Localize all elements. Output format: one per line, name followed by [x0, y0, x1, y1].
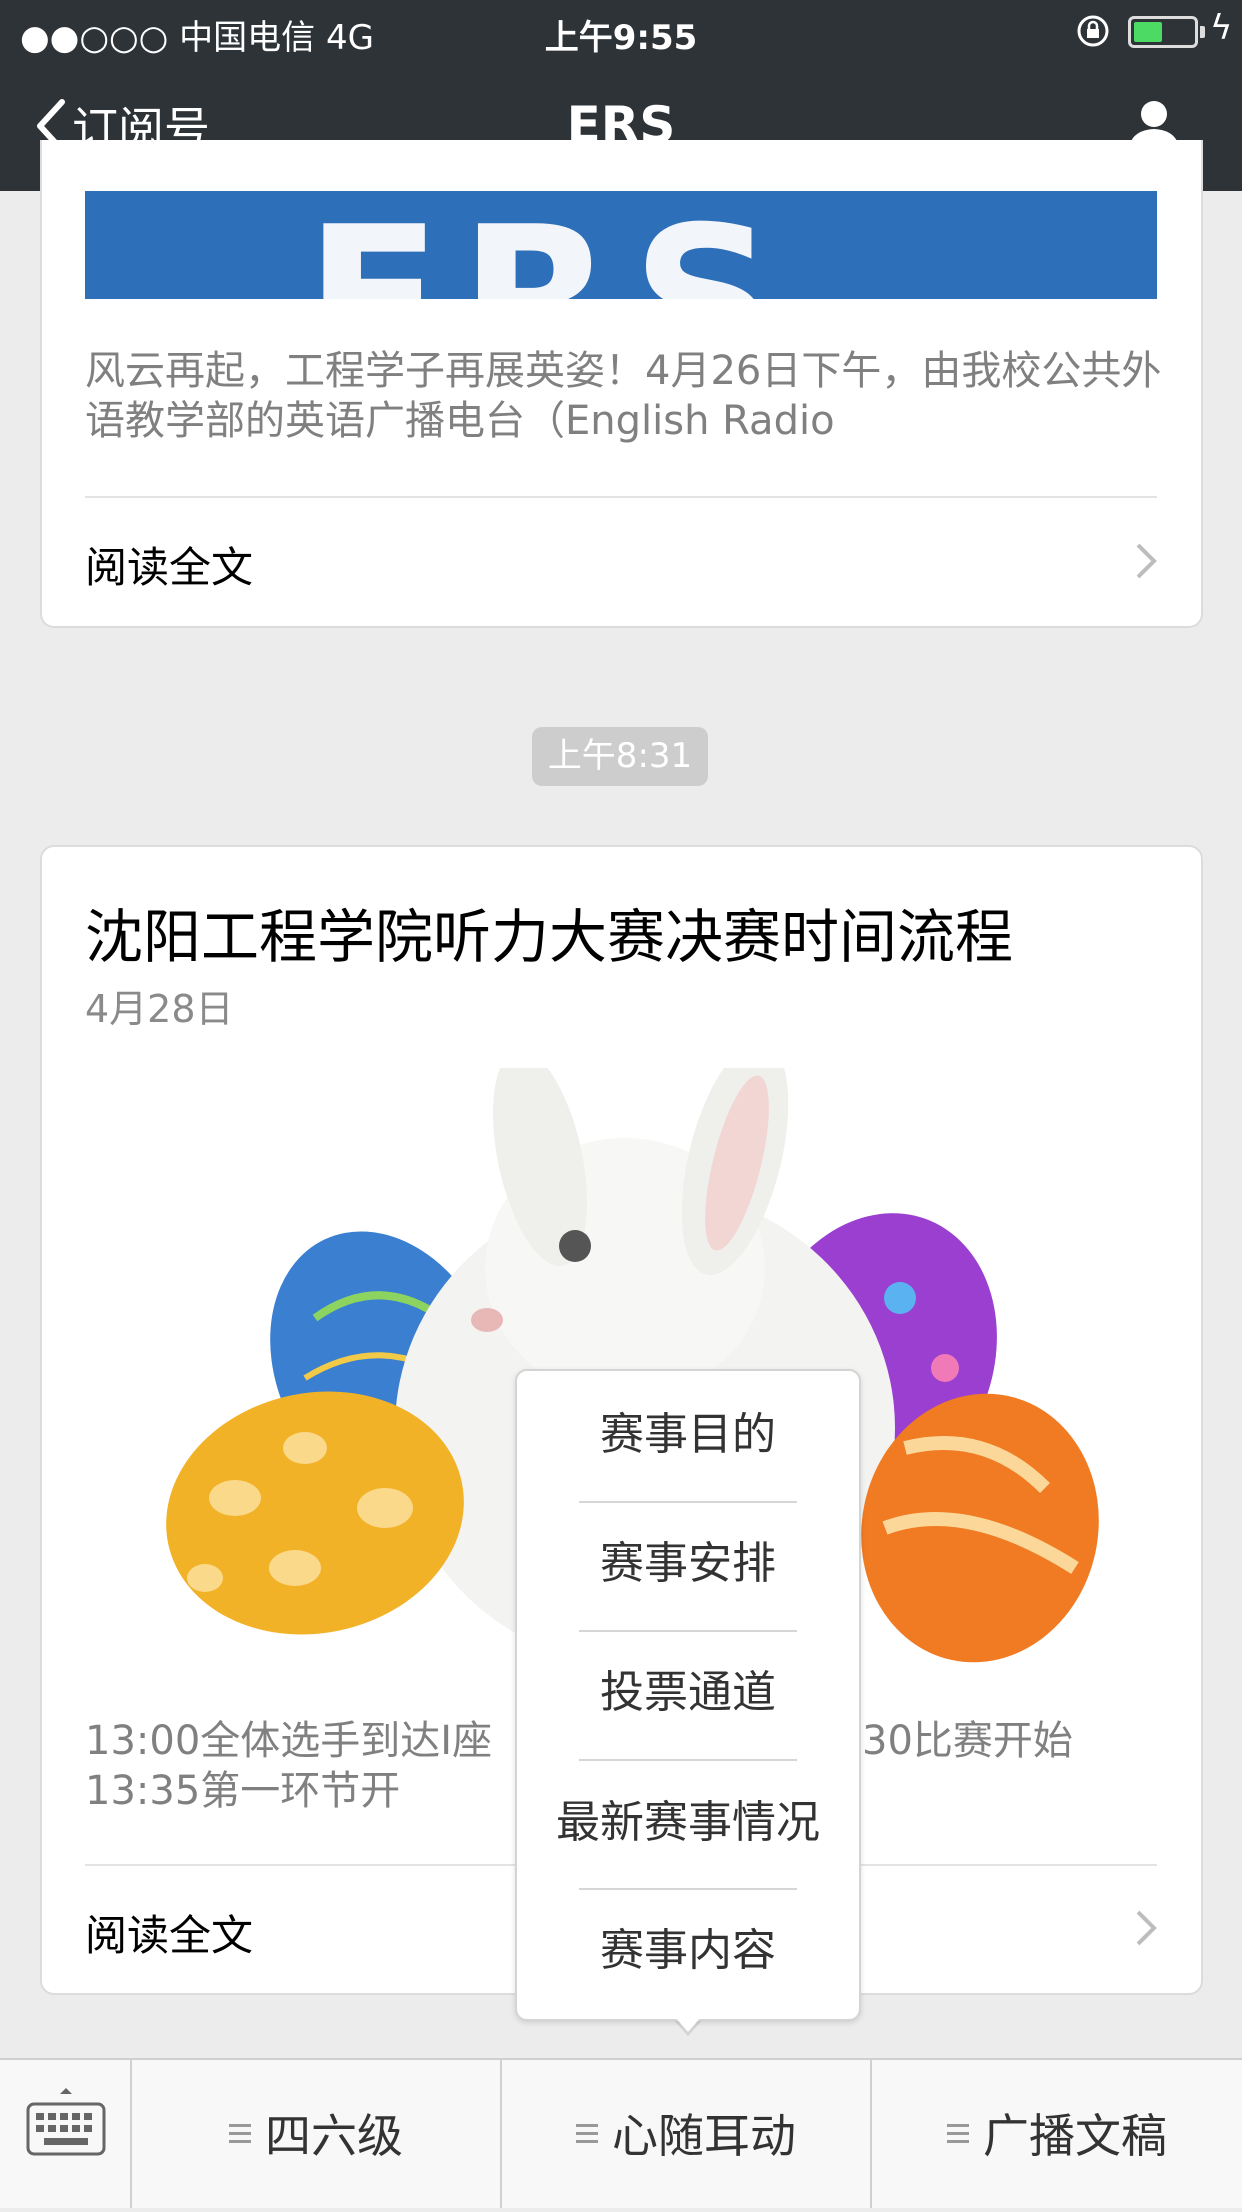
battery-icon — [1128, 16, 1198, 48]
submenu-item-event-purpose[interactable]: 赛事目的 — [517, 1371, 859, 1499]
article-description-line2: 13:35第一环节开 — [85, 1768, 401, 1814]
article-description-right: 30比赛开始 — [862, 1718, 1073, 1764]
submenu-item-voting[interactable]: 投票通道 — [517, 1629, 859, 1757]
menu-label: 心随耳动 — [612, 2109, 796, 2163]
clock: 上午9:55 — [544, 18, 698, 58]
read-more-link[interactable]: 阅读全文 — [85, 1902, 253, 1963]
article-description: 风云再起，工程学子再展英姿！4月26日下午，由我校公共外语教学部的英语广播电台（… — [85, 348, 1162, 444]
menu-lines-icon — [947, 2119, 969, 2148]
menu-label: 四六级 — [265, 2109, 403, 2163]
chevron-right-icon — [1136, 543, 1157, 579]
chevron-right-icon — [1136, 1910, 1157, 1946]
banner-text: ERS — [305, 201, 794, 300]
keyboard-toggle-button[interactable] — [0, 2058, 132, 2208]
submenu-popup: 赛事目的 赛事安排 投票通道 最新赛事情况 赛事内容 — [515, 1369, 861, 2021]
rotation-lock-icon — [1077, 15, 1109, 47]
article-banner-image: ERS — [85, 191, 1157, 299]
popup-pointer — [674, 2016, 702, 2032]
menu-broadcast-scripts[interactable]: 广播文稿 — [872, 2058, 1242, 2208]
divider — [85, 496, 1157, 498]
battery-tip — [1200, 26, 1205, 38]
menu-listening[interactable]: 心随耳动 — [502, 2058, 872, 2208]
time-badge: 上午8:31 — [532, 727, 708, 786]
article-title[interactable]: 沈阳工程学院听力大赛决赛时间流程 — [85, 890, 1013, 974]
charging-icon: ϟ — [1210, 8, 1233, 48]
submenu-item-latest-results[interactable]: 最新赛事情况 — [517, 1759, 859, 1887]
submenu-item-event-content[interactable]: 赛事内容 — [517, 1887, 859, 2015]
menu-lines-icon — [576, 2119, 598, 2148]
article-description-left: 13:00全体选手到达I座 — [85, 1718, 493, 1764]
menu-lines-icon — [229, 2119, 251, 2148]
menu-cet-exam[interactable]: 四六级 — [132, 2058, 502, 2208]
menu-label: 广播文稿 — [983, 2109, 1167, 2163]
keyboard-icon — [26, 2088, 106, 2156]
submenu-item-event-schedule[interactable]: 赛事安排 — [517, 1500, 859, 1628]
read-more-link[interactable]: 阅读全文 — [85, 534, 253, 595]
article-date: 4月28日 — [85, 987, 234, 1031]
status-bar: ●●○○○ 中国电信 4G 上午9:55 ϟ — [0, 0, 1242, 62]
